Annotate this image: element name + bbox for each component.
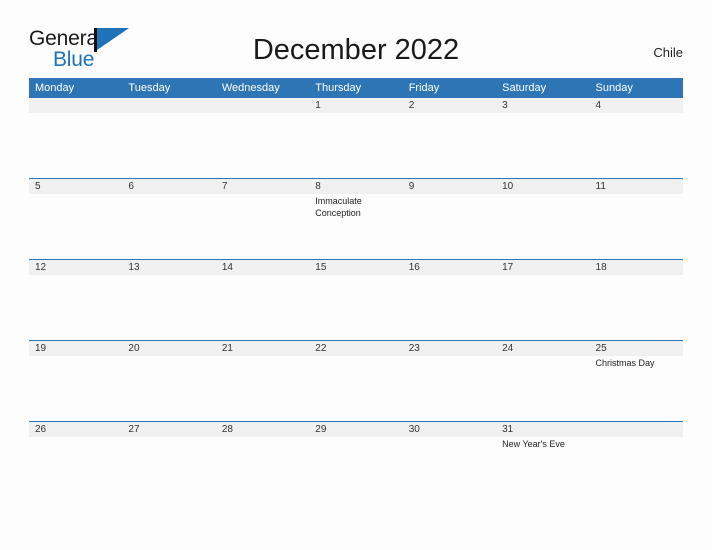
calendar-day-cell[interactable]: 20 bbox=[122, 340, 216, 422]
weekday-header-monday: Monday bbox=[29, 78, 123, 98]
day-number: 11 bbox=[589, 179, 683, 194]
calendar-body: 1 2 3 4 5 6 7 8 Immaculate Conception 9 10 11 12 13 14… bbox=[29, 98, 683, 502]
calendar-day-cell[interactable]: 1 bbox=[309, 98, 403, 179]
day-number: 4 bbox=[589, 98, 683, 113]
region-label: Chile bbox=[653, 45, 683, 60]
calendar-empty-cell bbox=[122, 98, 216, 179]
calendar-day-cell[interactable]: 3 bbox=[496, 98, 590, 179]
calendar-day-cell[interactable]: 13 bbox=[122, 259, 216, 341]
calendar-day-cell[interactable]: 22 bbox=[309, 340, 403, 422]
calendar-day-cell[interactable]: 29 bbox=[309, 421, 403, 502]
day-number: 8 bbox=[309, 179, 403, 194]
day-number: 19 bbox=[29, 341, 123, 356]
day-number: 24 bbox=[496, 341, 590, 356]
day-number: 27 bbox=[122, 422, 216, 437]
calendar-empty-cell bbox=[589, 421, 683, 502]
day-number-placeholder bbox=[589, 422, 683, 437]
calendar-header-row: Monday Tuesday Wednesday Thursday Friday… bbox=[29, 78, 683, 98]
calendar-day-cell[interactable]: 9 bbox=[402, 178, 497, 260]
page-header: General Blue December 2022 Chile bbox=[0, 0, 712, 76]
day-number: 1 bbox=[309, 98, 403, 113]
calendar-day-cell[interactable]: 4 bbox=[589, 98, 683, 179]
day-number: 23 bbox=[402, 341, 497, 356]
weekday-header-tuesday: Tuesday bbox=[122, 78, 216, 98]
calendar-day-cell[interactable]: 6 bbox=[122, 178, 216, 260]
calendar-day-cell[interactable]: 19 bbox=[29, 340, 123, 422]
weekday-header-sunday: Sunday bbox=[589, 78, 683, 98]
calendar-day-cell[interactable]: 24 bbox=[496, 340, 590, 422]
day-number: 17 bbox=[496, 260, 590, 275]
calendar-day-cell[interactable]: 26 bbox=[29, 421, 123, 502]
day-number: 25 bbox=[589, 341, 683, 356]
calendar-week-row: 5 6 7 8 Immaculate Conception 9 10 11 bbox=[29, 178, 683, 260]
calendar-day-cell[interactable]: 7 bbox=[215, 178, 310, 260]
day-number: 12 bbox=[29, 260, 123, 275]
weekday-header-saturday: Saturday bbox=[496, 78, 590, 98]
calendar-day-cell[interactable]: 15 bbox=[309, 259, 403, 341]
calendar-empty-cell bbox=[215, 98, 310, 179]
calendar-week-row: 1234 bbox=[29, 98, 683, 179]
holiday-event-label: New Year's Eve bbox=[502, 439, 565, 449]
calendar-day-cell[interactable]: 16 bbox=[402, 259, 497, 341]
calendar-day-cell[interactable]: 28 bbox=[215, 421, 310, 502]
calendar-week-row: 12 13 14 15 16 17 18 bbox=[29, 259, 683, 341]
calendar-day-cell[interactable]: 23 bbox=[402, 340, 497, 422]
calendar-day-cell[interactable]: 2 bbox=[402, 98, 497, 179]
calendar-day-cell[interactable]: 11 bbox=[589, 178, 683, 260]
day-number: 20 bbox=[122, 341, 216, 356]
day-number-placeholder bbox=[29, 98, 123, 113]
calendar-table: Monday Tuesday Wednesday Thursday Friday… bbox=[29, 78, 683, 502]
day-number: 18 bbox=[589, 260, 683, 275]
day-number: 30 bbox=[402, 422, 497, 437]
day-number: 16 bbox=[402, 260, 497, 275]
calendar-day-cell[interactable]: 5 bbox=[29, 178, 123, 260]
calendar-week-row: 26 27 28 29 30 31 New Year's Eve bbox=[29, 421, 683, 502]
calendar-day-cell[interactable]: 25 Christmas Day bbox=[589, 340, 683, 422]
calendar-day-cell[interactable]: 10 bbox=[496, 178, 590, 260]
day-number: 5 bbox=[29, 179, 123, 194]
day-number: 21 bbox=[215, 341, 310, 356]
calendar-day-cell[interactable]: 21 bbox=[215, 340, 310, 422]
calendar-day-cell[interactable]: 18 bbox=[589, 259, 683, 341]
calendar-day-cell[interactable]: 27 bbox=[122, 421, 216, 502]
calendar-empty-cell bbox=[29, 98, 123, 179]
day-number: 28 bbox=[215, 422, 310, 437]
day-number: 31 bbox=[496, 422, 590, 437]
weekday-header-friday: Friday bbox=[402, 78, 497, 98]
day-number: 13 bbox=[122, 260, 216, 275]
day-number-placeholder bbox=[215, 98, 310, 113]
day-number: 29 bbox=[309, 422, 403, 437]
calendar-week-row: 19 20 21 22 23 24 25 Christmas Day bbox=[29, 340, 683, 422]
calendar-day-cell[interactable]: 31 New Year's Eve bbox=[496, 421, 590, 502]
calendar-day-cell[interactable]: 14 bbox=[215, 259, 310, 341]
day-number: 3 bbox=[496, 98, 590, 113]
day-number: 15 bbox=[309, 260, 403, 275]
day-number: 6 bbox=[122, 179, 216, 194]
calendar-day-cell[interactable]: 8 Immaculate Conception bbox=[309, 178, 403, 260]
weekday-header-thursday: Thursday bbox=[309, 78, 403, 98]
day-number: 7 bbox=[215, 179, 310, 194]
calendar-day-cell[interactable]: 12 bbox=[29, 259, 123, 341]
weekday-header-wednesday: Wednesday bbox=[215, 78, 310, 98]
day-number: 2 bbox=[402, 98, 497, 113]
day-number: 10 bbox=[496, 179, 590, 194]
day-number-placeholder bbox=[122, 98, 216, 113]
holiday-event-label: Immaculate Conception bbox=[315, 196, 362, 218]
holiday-event-label: Christmas Day bbox=[595, 358, 655, 368]
day-number: 26 bbox=[29, 422, 123, 437]
calendar-day-cell[interactable]: 30 bbox=[402, 421, 497, 502]
day-number: 14 bbox=[215, 260, 310, 275]
day-number: 22 bbox=[309, 341, 403, 356]
calendar-day-cell[interactable]: 17 bbox=[496, 259, 590, 341]
day-number: 9 bbox=[402, 179, 497, 194]
page-title: December 2022 bbox=[252, 34, 460, 66]
